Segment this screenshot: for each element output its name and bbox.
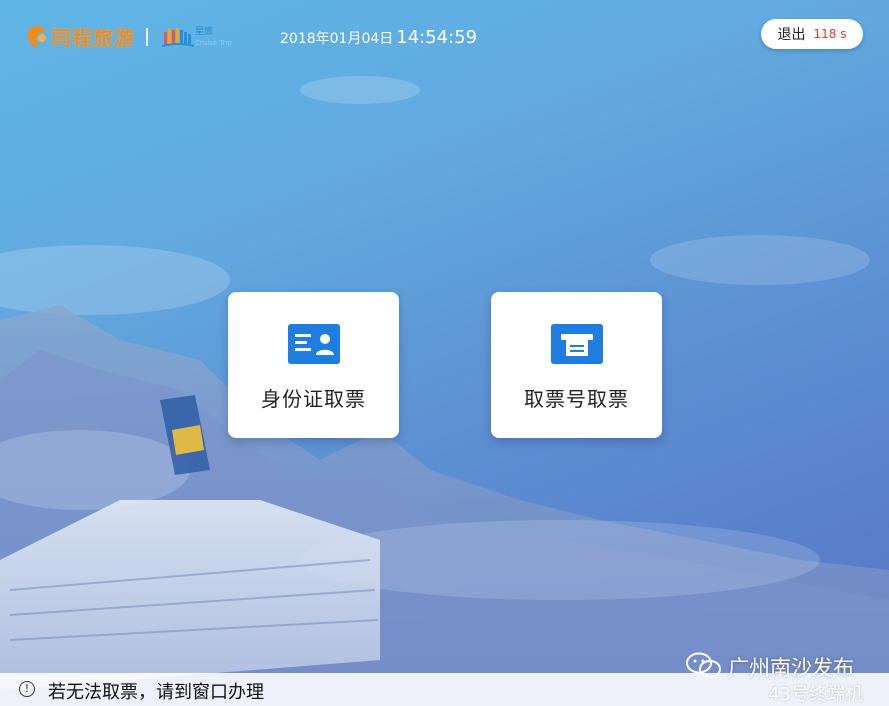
date-text: 2018年01月04日 xyxy=(280,31,394,47)
id-card-icon xyxy=(288,324,340,364)
exit-countdown: 118 s xyxy=(813,27,847,41)
partner-logo-text: 星旅 xyxy=(195,27,214,37)
ticket-number-pickup-button[interactable]: 取票号取票 xyxy=(491,292,662,438)
terminal-label: 43号终端机 xyxy=(768,684,863,705)
wechat-icon xyxy=(686,652,721,678)
brand-logo-icon xyxy=(27,25,46,48)
notice-text: 若无法取票，请到窗口办理 xyxy=(48,682,264,703)
id-card-pickup-label: 身份证取票 xyxy=(261,387,366,411)
ticket-number-pickup-label: 取票号取票 xyxy=(524,387,629,411)
exit-button-label: 退出 xyxy=(777,27,806,43)
watermark-account-name: 广州南沙发布 xyxy=(728,656,854,680)
info-circle-icon: ! xyxy=(19,681,35,697)
background-scenery xyxy=(0,76,889,706)
id-card-pickup-button[interactable]: 身份证取票 xyxy=(228,292,399,438)
datetime-display: 2018年01月04日 14:54:59 xyxy=(280,27,477,48)
brand-logo: 同程旅游 xyxy=(25,22,135,51)
exit-button[interactable]: 退出 118 s xyxy=(761,19,863,49)
kiosk-screen: 同程旅游 星旅 Cruise Trip 2018年01月04日 14:54:59 … xyxy=(0,0,889,706)
partner-logo-subtitle: Cruise Trip xyxy=(195,39,232,47)
logo-divider xyxy=(146,28,148,46)
time-text: 14:54:59 xyxy=(396,27,478,48)
ticket-printer-icon xyxy=(551,324,603,364)
brand-name: 同程旅游 xyxy=(51,26,135,50)
